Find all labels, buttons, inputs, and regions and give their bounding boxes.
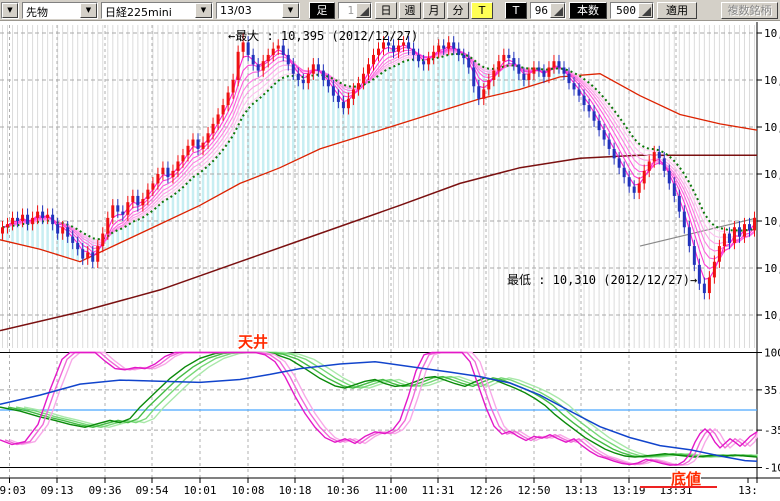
tick-count-value: 96 (531, 3, 550, 18)
spinner-icon[interactable] (550, 3, 565, 18)
apply-button[interactable]: 適用 (657, 2, 697, 19)
weekly-button[interactable]: 週 (399, 2, 421, 19)
bar-count-label: 本数 (569, 2, 607, 19)
tick-label: T (505, 2, 527, 19)
monthly-button[interactable]: 月 (423, 2, 445, 19)
ceiling-annotation: 天井 (238, 331, 268, 352)
svg-text:35.00: 35.00 (764, 384, 780, 397)
svg-text:10,350: 10,350 (764, 168, 780, 181)
svg-text:-35.00: -35.00 (764, 424, 780, 437)
symbol-value: 日経225mini (102, 3, 195, 18)
svg-text:09:36: 09:36 (88, 484, 121, 497)
chevron-down-icon[interactable]: ▼ (282, 3, 299, 18)
svg-text:10:01: 10:01 (183, 484, 216, 497)
svg-text:100.00: 100.00 (764, 347, 780, 360)
min-price-annotation: 最低 : 10,310 (2012/12/27)→ (507, 271, 697, 288)
svg-text:13:13: 13:13 (564, 484, 597, 497)
spinner-icon[interactable] (638, 3, 653, 18)
contract-month-select[interactable]: 13/03 ▼ (216, 2, 300, 19)
max-price-annotation: ←最大 : 10,395 (2012/12/27) (228, 27, 418, 44)
chart-canvas[interactable]: 10,395 10,380 10,365 10,350 10,335 10,320 10,3… (0, 21, 780, 501)
svg-text:10,395: 10,395 (764, 27, 780, 40)
svg-text:09:13: 09:13 (40, 484, 73, 497)
tick-count-stepper[interactable]: 96 (530, 2, 566, 19)
minute-button[interactable]: 分 (447, 2, 469, 19)
symbol-select[interactable]: 日経225mini ▼ (101, 2, 213, 19)
bottom-annotation-underline (640, 486, 717, 488)
svg-text:09:03: 09:03 (0, 484, 26, 497)
chart-application-window: ▼ 先物 ▼ 日経225mini ▼ 13/03 ▼ 足 1 日 週 月 分 T… (0, 0, 780, 501)
chevron-down-icon[interactable]: ▼ (2, 3, 18, 18)
svg-text:09:54: 09:54 (135, 484, 168, 497)
svg-text:11:31: 11:31 (421, 484, 454, 497)
svg-text:10:08: 10:08 (231, 484, 264, 497)
instrument-type-select[interactable]: 先物 ▼ (22, 2, 98, 19)
svg-text:10,365: 10,365 (764, 121, 780, 134)
bar-type-button[interactable]: 足 (309, 2, 335, 19)
svg-text:-100.0: -100.0 (764, 462, 780, 475)
multi-symbol-button[interactable]: 複数銘柄 (721, 2, 778, 19)
daily-button[interactable]: 日 (375, 2, 397, 19)
svg-text:10,305: 10,305 (764, 309, 780, 322)
interval-stepper[interactable]: 1 (338, 2, 372, 19)
svg-text:10,380: 10,380 (764, 74, 780, 87)
bar-count-stepper[interactable]: 500 (610, 2, 654, 19)
svg-text:10,320: 10,320 (764, 262, 780, 275)
svg-text:11:00: 11:00 (374, 484, 407, 497)
bar-count-value: 500 (611, 3, 638, 18)
spinner-icon[interactable] (356, 3, 371, 18)
svg-text:13:: 13: (738, 484, 758, 497)
instrument-type-value: 先物 (23, 3, 80, 18)
tick-mode-button[interactable]: T (471, 2, 493, 19)
chevron-down-icon[interactable]: ▼ (195, 3, 212, 18)
chevron-down-icon[interactable]: ▼ (80, 3, 97, 18)
interval-value: 1 (339, 3, 356, 18)
contract-month-value: 13/03 (217, 3, 282, 18)
svg-text:10:18: 10:18 (278, 484, 311, 497)
svg-text:12:26: 12:26 (469, 484, 502, 497)
svg-text:10:36: 10:36 (326, 484, 359, 497)
mini-dropdown[interactable]: ▼ (1, 2, 19, 19)
toolbar: ▼ 先物 ▼ 日経225mini ▼ 13/03 ▼ 足 1 日 週 月 分 T… (0, 0, 780, 21)
svg-text:12:50: 12:50 (517, 484, 550, 497)
svg-text:10,335: 10,335 (764, 215, 780, 228)
